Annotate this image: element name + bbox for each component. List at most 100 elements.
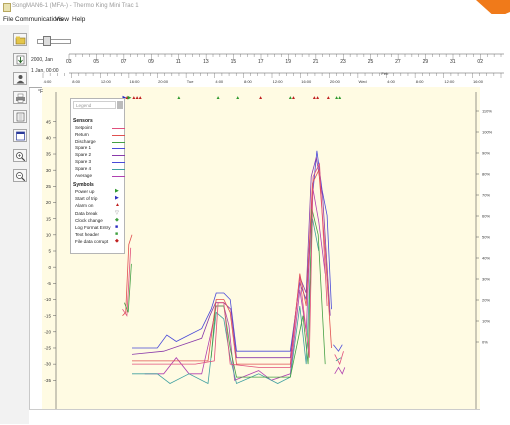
window-title: SongMAN6-1 (MFA-) - Thermo King Mini Tra…: [12, 3, 139, 9]
legend-symbol-icon: ◆: [115, 238, 119, 245]
legend-symbol-label: Clock change: [75, 217, 103, 223]
timeline-hour-label: 16:00: [130, 79, 141, 84]
legend-symbol-icon: ▽: [115, 209, 119, 216]
legend-symbol-icon: ◆: [115, 216, 119, 223]
user-icon: [16, 75, 25, 84]
open-file-button[interactable]: [13, 33, 27, 46]
legend-sensor-item[interactable]: Spare 1: [75, 145, 125, 151]
timeline-hour-label: 4:00: [215, 79, 224, 84]
menu-bar: File Communications View Help: [0, 14, 510, 25]
timeline-day-label: 19: [285, 59, 291, 65]
legend-sensor-label: Spare 2: [75, 152, 92, 158]
legend-symbol-label: Data break: [75, 210, 98, 216]
timeline-hour-label: 4:00: [387, 79, 396, 84]
timeline-day-label: 29: [423, 59, 429, 65]
timeline-hour-label: 16:00: [301, 79, 312, 84]
legend-sensor-label: Return: [75, 131, 89, 137]
legend-symbol-item[interactable]: File data corrupt ◆: [75, 238, 123, 245]
legend-sensor-label: Spare 4: [75, 165, 92, 171]
timeline-hour-label: Tue: [187, 79, 195, 84]
timeline-day-label: 03: [66, 59, 72, 65]
left-toolbar: [0, 25, 30, 424]
timeline-hour-label: 4:00: [44, 79, 53, 84]
timeline-hour-label: 20:00: [158, 79, 169, 84]
legend-sensor-item[interactable]: Spare 3: [75, 159, 125, 165]
timeline-day-label: 13: [203, 59, 209, 65]
legend-symbol-icon: ▶: [115, 188, 119, 194]
legend-sensor-item[interactable]: Discharge: [75, 138, 125, 145]
timeline-day-label: 27: [395, 59, 401, 65]
timeline-day-label: 15: [231, 59, 237, 65]
timeline-day-label: 21: [313, 59, 319, 65]
timeline-day-label: 23: [340, 59, 346, 65]
legend-sensor-item[interactable]: Spare 2: [75, 152, 125, 158]
legend-symbol-icon: ▶: [115, 195, 119, 202]
legend-sensor-item[interactable]: Average: [75, 172, 125, 179]
legend-symbol-icon: ■: [115, 231, 119, 238]
legend-symbol-item[interactable]: Start of trip ▶: [75, 195, 123, 202]
zoom-slider-thumb[interactable]: [43, 36, 51, 46]
legend-symbol-label: Start of trip: [75, 196, 98, 202]
legend-symbol-label: Log Format Entry: [75, 225, 111, 230]
legend-symbol-item[interactable]: Text header ■: [75, 231, 123, 238]
legend-panel[interactable]: Legend Sensors Symbols Setpoint Return Dis…: [70, 98, 125, 254]
page-button[interactable]: [13, 110, 27, 123]
report-icon: [16, 131, 25, 141]
timeline-day-label: 05: [93, 59, 99, 65]
timeline-day-label: 02: [477, 59, 483, 65]
timeline-hour-label: 16:00: [473, 79, 484, 84]
timeline-hour-label: 12:00: [101, 79, 112, 84]
legend-symbol-item[interactable]: Data break ▽: [75, 209, 123, 217]
right-axis-strip: [480, 87, 510, 424]
timeline-axis[interactable]: 2000, Jan 1 Jan, 00:00 03 05 07 09 11 13 15 17 19 2…: [29, 50, 510, 90]
open-file-icon: [15, 36, 26, 45]
legend-line-swatch: [112, 148, 125, 150]
timeline-hour-label: 8:00: [244, 79, 253, 84]
menu-file[interactable]: File: [3, 16, 13, 23]
legend-sensor-item[interactable]: Setpoint: [75, 125, 125, 131]
legend-sensor-item[interactable]: Return: [75, 131, 125, 138]
legend-sensor-label: Spare 3: [75, 159, 92, 164]
download-button[interactable]: [13, 53, 27, 66]
menu-view[interactable]: View: [55, 16, 69, 23]
timeline-day-label: 09: [148, 59, 154, 65]
user-button[interactable]: [13, 72, 27, 85]
zoom-in-button[interactable]: [13, 149, 27, 162]
download-icon: [16, 55, 25, 65]
timeline-hour-label: Wed: [359, 79, 367, 84]
print-icon: [16, 93, 25, 103]
timeline-hour-label: 12:00: [444, 79, 455, 84]
legend-symbol-item[interactable]: Alarm on ▲: [75, 202, 123, 209]
timeline-start-label: 1 Jan, 00:00: [31, 68, 59, 74]
legend-sensor-item[interactable]: Spare 4: [75, 165, 125, 172]
legend-line-swatch: [112, 134, 125, 136]
report-button[interactable]: [13, 129, 27, 142]
legend-symbols-title: Symbols: [73, 182, 94, 188]
legend-sensors-title: Sensors: [73, 118, 93, 124]
page-icon: [16, 112, 25, 122]
timeline-month-marker: Feb: [381, 71, 389, 76]
legend-symbol-item[interactable]: Power up ▶: [75, 188, 123, 195]
legend-line-swatch: [112, 168, 125, 170]
menu-help[interactable]: Help: [72, 16, 85, 23]
legend-symbol-item[interactable]: Clock change ◆: [75, 216, 123, 224]
legend-line-swatch: [112, 141, 125, 143]
legend-symbol-label: File data corrupt: [75, 239, 109, 245]
legend-sensor-label: Average: [75, 172, 93, 178]
print-button[interactable]: [13, 91, 27, 104]
legend-line-swatch: [112, 155, 125, 157]
legend-scroll-button[interactable]: [117, 101, 123, 109]
legend-sensor-label: Spare 1: [75, 145, 92, 151]
legend-line-swatch: [112, 162, 125, 163]
horizontal-scrollbar[interactable]: [29, 409, 480, 425]
legend-symbol-label: Power up: [75, 189, 95, 194]
legend-sensor-label: Discharge: [75, 138, 96, 144]
legend-symbol-item[interactable]: Log Format Entry ■: [75, 224, 123, 231]
timeline-day-label: 25: [368, 59, 374, 65]
zoom-out-icon: [16, 172, 26, 181]
title-bar: SongMAN6-1 (MFA-) - Thermo King Mini Tra…: [0, 0, 510, 18]
timeline-day-label: 31: [450, 59, 456, 65]
timeline-day-label: 11: [176, 59, 181, 65]
zoom-out-button[interactable]: [13, 169, 27, 182]
legend-symbol-label: Alarm on: [75, 203, 94, 209]
